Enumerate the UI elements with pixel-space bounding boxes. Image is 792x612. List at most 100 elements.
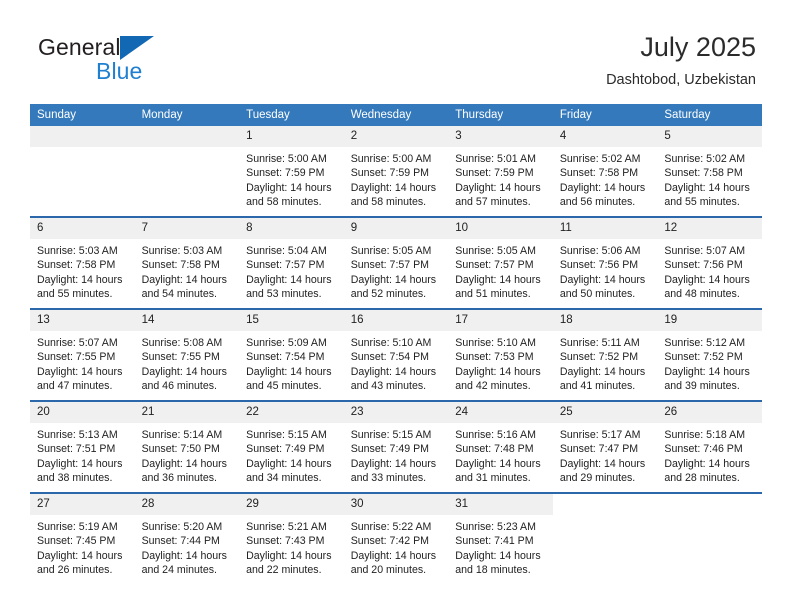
general-blue-logo[interactable]: General Blue [38, 36, 238, 90]
day-details: Sunrise: 5:13 AM Sunset: 7:51 PM Daylight:… [30, 423, 135, 486]
weekday-header-tuesday: Tuesday [239, 104, 344, 126]
sunset-text: Sunset: 7:53 PM [455, 351, 534, 364]
calendar-day-cell[interactable]: 10 Sunrise: 5:05 AM Sunset: 7:57 PM Dayligh… [448, 216, 553, 309]
calendar-day-cell[interactable]: 30 Sunrise: 5:22 AM Sunset: 7:42 PM Dayligh… [343, 492, 449, 584]
day-number: 23 [343, 402, 449, 423]
title-block: July 2025 Dashtobod, Uzbekistan [606, 30, 756, 91]
weekday-header-friday: Friday [552, 104, 658, 126]
day-number: 12 [657, 218, 762, 239]
page-title: July 2025 [640, 32, 756, 62]
daylight-text-line2: and 26 minutes. [37, 564, 113, 577]
day-number: 26 [657, 402, 762, 423]
day-number: 21 [134, 402, 240, 423]
sunrise-text: Sunrise: 5:20 AM [141, 521, 223, 533]
day-details: Sunrise: 5:19 AM Sunset: 7:45 PM Daylight:… [30, 515, 135, 578]
daylight-text-line2: and 47 minutes. [37, 380, 113, 393]
sunrise-text: Sunrise: 5:02 AM [559, 153, 641, 165]
weekday-header-sunday: Sunday [30, 104, 135, 126]
calendar-day-cell[interactable]: 14 Sunrise: 5:08 AM Sunset: 7:55 PM Dayligh… [134, 308, 240, 401]
daylight-text-line1: Daylight: 14 hours [455, 181, 541, 194]
day-number: 9 [343, 218, 449, 239]
day-number: 31 [448, 494, 553, 515]
day-number: 15 [239, 310, 344, 331]
daylight-text-line2: and 54 minutes. [141, 288, 217, 301]
daylight-text-line1: Daylight: 14 hours [141, 549, 227, 562]
day-details: Sunrise: 5:05 AM Sunset: 7:57 PM Daylight:… [344, 239, 449, 302]
day-number: 27 [30, 494, 135, 515]
calendar-day-cell[interactable]: 17 Sunrise: 5:10 AM Sunset: 7:53 PM Dayligh… [448, 308, 553, 401]
calendar-day-cell[interactable]: 25 Sunrise: 5:17 AM Sunset: 7:47 PM Dayligh… [552, 400, 658, 493]
calendar-day-cell[interactable]: 19 Sunrise: 5:12 AM Sunset: 7:52 PM Dayligh… [657, 308, 762, 401]
day-number: 4 [552, 126, 658, 147]
calendar-day-cell[interactable]: 12 Sunrise: 5:07 AM Sunset: 7:56 PM Dayligh… [657, 216, 762, 309]
daylight-text-line1: Daylight: 14 hours [350, 549, 437, 562]
day-details: Sunrise: 5:06 AM Sunset: 7:56 PM Daylight:… [553, 239, 658, 302]
calendar-day-cell[interactable]: 29 Sunrise: 5:21 AM Sunset: 7:43 PM Dayligh… [239, 492, 344, 584]
calendar-day-cell[interactable]: 15 Sunrise: 5:09 AM Sunset: 7:54 PM Dayligh… [239, 308, 344, 401]
calendar-day-cell[interactable]: 18 Sunrise: 5:11 AM Sunset: 7:52 PM Dayligh… [552, 308, 658, 401]
calendar-header-row: Sunday Monday Tuesday Wednesday Thursday… [30, 104, 762, 126]
day-details: Sunrise: 5:16 AM Sunset: 7:48 PM Daylight:… [448, 423, 553, 486]
calendar-day-cell[interactable]: 24 Sunrise: 5:16 AM Sunset: 7:48 PM Dayligh… [448, 400, 553, 493]
calendar-day-cell[interactable]: 22 Sunrise: 5:15 AM Sunset: 7:49 PM Dayligh… [239, 400, 344, 493]
day-number: 29 [239, 494, 344, 515]
day-number: 18 [552, 310, 658, 331]
daylight-text-line1: Daylight: 14 hours [455, 549, 541, 562]
calendar-day-cell[interactable]: 16 Sunrise: 5:10 AM Sunset: 7:54 PM Dayligh… [343, 308, 449, 401]
calendar-day-cell[interactable]: 9 Sunrise: 5:05 AM Sunset: 7:57 PM Daylight… [343, 216, 449, 309]
daylight-text-line1: Daylight: 14 hours [246, 549, 332, 562]
sunset-text: Sunset: 7:57 PM [350, 259, 430, 272]
day-details: Sunrise: 5:02 AM Sunset: 7:58 PM Daylight:… [657, 147, 762, 210]
day-details: Sunrise: 5:15 AM Sunset: 7:49 PM Daylight:… [344, 423, 449, 486]
sunrise-text: Sunrise: 5:09 AM [246, 337, 327, 349]
day-number [552, 494, 658, 515]
weekday-header-wednesday: Wednesday [343, 104, 449, 126]
calendar-day-cell[interactable]: 28 Sunrise: 5:20 AM Sunset: 7:44 PM Dayligh… [134, 492, 240, 584]
calendar-day-cell[interactable]: 23 Sunrise: 5:15 AM Sunset: 7:49 PM Dayligh… [343, 400, 449, 493]
calendar-day-cell[interactable]: 31 Sunrise: 5:23 AM Sunset: 7:41 PM Dayligh… [448, 492, 553, 584]
day-number [134, 126, 240, 147]
day-details: Sunrise: 5:07 AM Sunset: 7:56 PM Daylight:… [657, 239, 762, 302]
calendar-day-cell[interactable]: 5 Sunrise: 5:02 AM Sunset: 7:58 PM Daylight… [657, 126, 762, 217]
sunrise-text: Sunrise: 5:03 AM [141, 245, 223, 257]
daylight-text-line1: Daylight: 14 hours [664, 365, 750, 378]
day-details: Sunrise: 5:03 AM Sunset: 7:58 PM Daylight:… [30, 239, 135, 302]
daylight-text-line2: and 55 minutes. [37, 288, 113, 301]
daylight-text-line1: Daylight: 14 hours [664, 273, 750, 286]
sunset-text: Sunset: 7:58 PM [141, 259, 220, 272]
sunset-text: Sunset: 7:55 PM [37, 351, 116, 364]
calendar-day-cell[interactable]: 11 Sunrise: 5:06 AM Sunset: 7:56 PM Dayligh… [552, 216, 658, 309]
daylight-text-line1: Daylight: 14 hours [350, 273, 437, 286]
sunrise-text: Sunrise: 5:07 AM [664, 245, 746, 257]
sunset-text: Sunset: 7:59 PM [246, 167, 325, 180]
sunrise-text: Sunrise: 5:08 AM [141, 337, 223, 349]
calendar-day-cell[interactable]: 1 Sunrise: 5:00 AM Sunset: 7:59 PM Daylight… [239, 126, 344, 217]
calendar-day-cell[interactable]: 4 Sunrise: 5:02 AM Sunset: 7:58 PM Daylight… [552, 126, 658, 217]
calendar-day-cell[interactable]: 20 Sunrise: 5:13 AM Sunset: 7:51 PM Dayligh… [30, 400, 135, 493]
sunrise-text: Sunrise: 5:15 AM [246, 429, 327, 441]
sunset-text: Sunset: 7:51 PM [37, 443, 116, 456]
sunset-text: Sunset: 7:46 PM [664, 443, 743, 456]
sunrise-text: Sunrise: 5:10 AM [350, 337, 432, 349]
calendar-week-row: 13 Sunrise: 5:07 AM Sunset: 7:55 PM Dayligh… [30, 308, 762, 401]
daylight-text-line1: Daylight: 14 hours [664, 457, 750, 470]
daylight-text-line2: and 34 minutes. [246, 472, 322, 485]
calendar-day-cell[interactable]: 27 Sunrise: 5:19 AM Sunset: 7:45 PM Dayligh… [30, 492, 135, 584]
day-details: Sunrise: 5:03 AM Sunset: 7:58 PM Daylight:… [135, 239, 240, 302]
sunset-text: Sunset: 7:56 PM [664, 259, 743, 272]
calendar-day-cell[interactable]: 26 Sunrise: 5:18 AM Sunset: 7:46 PM Dayligh… [657, 400, 762, 493]
calendar-day-cell[interactable]: 8 Sunrise: 5:04 AM Sunset: 7:57 PM Daylight… [239, 216, 344, 309]
daylight-text-line1: Daylight: 14 hours [350, 457, 437, 470]
sunrise-text: Sunrise: 5:05 AM [350, 245, 432, 257]
day-number: 30 [343, 494, 449, 515]
daylight-text-line1: Daylight: 14 hours [141, 273, 227, 286]
day-details: Sunrise: 5:04 AM Sunset: 7:57 PM Daylight:… [239, 239, 344, 302]
calendar-day-cell[interactable]: 21 Sunrise: 5:14 AM Sunset: 7:50 PM Dayligh… [134, 400, 240, 493]
calendar-day-cell[interactable]: 7 Sunrise: 5:03 AM Sunset: 7:58 PM Daylight… [134, 216, 240, 309]
calendar-day-cell[interactable]: 3 Sunrise: 5:01 AM Sunset: 7:59 PM Daylight… [448, 126, 553, 217]
location-subtitle: Dashtobod, Uzbekistan [606, 72, 756, 88]
calendar-day-cell[interactable]: 2 Sunrise: 5:00 AM Sunset: 7:59 PM Daylight… [343, 126, 449, 217]
calendar-week-row: 20 Sunrise: 5:13 AM Sunset: 7:51 PM Dayligh… [30, 400, 762, 493]
calendar-day-cell[interactable]: 13 Sunrise: 5:07 AM Sunset: 7:55 PM Dayligh… [30, 308, 135, 401]
calendar-day-cell[interactable]: 6 Sunrise: 5:03 AM Sunset: 7:58 PM Daylight… [30, 216, 135, 309]
